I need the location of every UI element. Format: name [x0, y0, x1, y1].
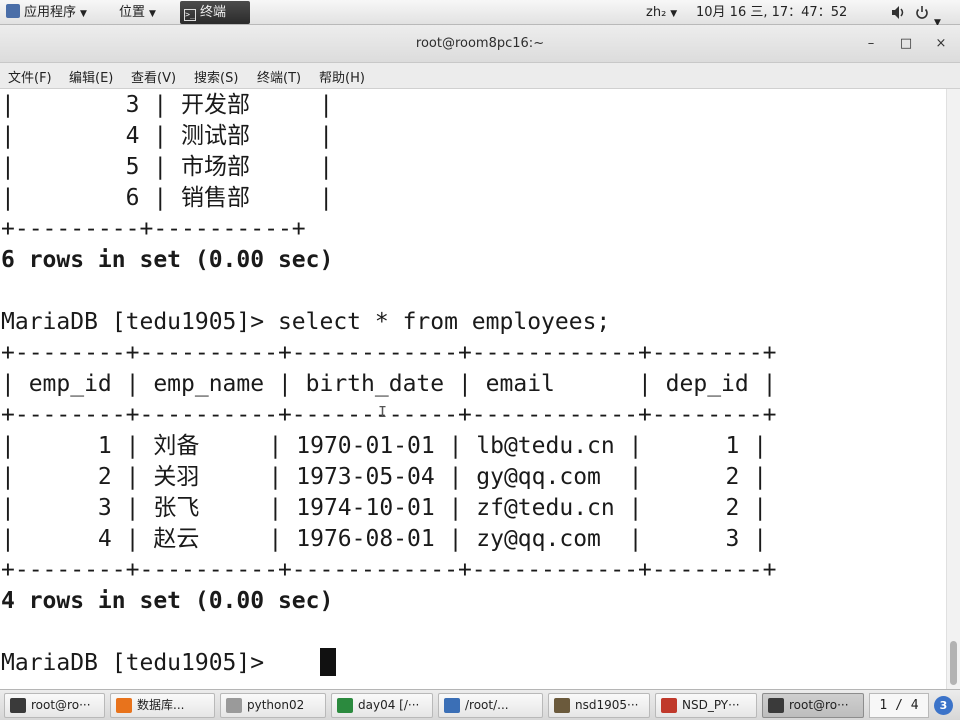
document-icon [226, 698, 242, 713]
firefox-icon [116, 698, 132, 713]
pycharm-icon [337, 698, 353, 713]
taskbar-label: python02 [247, 698, 305, 712]
terminal-line: | 3 | 开发部 | [1, 92, 334, 118]
taskbar-button-terminal[interactable]: root@ro··· [4, 693, 105, 718]
chevron-down-icon: ▼ [149, 9, 156, 19]
input-method-indicator[interactable]: zh₂ ▼ [646, 0, 677, 25]
terminal-line: +---------+----------+ [1, 216, 306, 242]
taskbar-button-document-viewer[interactable]: NSD_PY··· [655, 693, 757, 718]
menu-terminal[interactable]: 终端(T) [257, 67, 301, 86]
image-viewer-icon [554, 698, 570, 713]
taskbar-button-document[interactable]: python02 [220, 693, 326, 718]
terminal-line: | 6 | 销售部 | [1, 185, 334, 211]
active-app-terminal[interactable]: >_ 终端 [180, 1, 250, 24]
terminal-line: +--------+----------+------------+------… [1, 402, 777, 428]
terminal-line: 4 rows in set (0.00 sec) [1, 588, 334, 614]
chevron-down-icon: ▼ [80, 9, 87, 19]
power-icon[interactable]: ▼ [914, 0, 941, 28]
menu-edit[interactable]: 编辑(E) [69, 67, 113, 86]
menu-view[interactable]: 查看(V) [131, 67, 176, 86]
terminal-icon: >_ [184, 9, 196, 21]
taskbar-button-file-manager[interactable]: /root/... [438, 693, 543, 718]
terminal-line: | 1 | 刘备 | 1970-01-01 | lb@tedu.cn | 1 | [1, 433, 768, 459]
terminal-icon [768, 698, 784, 713]
mouse-ibeam-icon: I [378, 403, 388, 421]
terminal-line: | emp_id | emp_name | birth_date | email… [1, 371, 777, 397]
window-title: root@room8pc16:~ [415, 36, 545, 51]
maximize-button[interactable]: □ [896, 34, 916, 54]
taskbar-label: day04 [/··· [358, 698, 420, 712]
terminal-line: MariaDB [tedu1905]> select * from employ… [1, 309, 611, 335]
terminal-icon [10, 698, 26, 713]
applications-icon [6, 4, 20, 18]
terminal-line: | 4 | 赵云 | 1976-08-01 | zy@qq.com | 3 | [1, 526, 768, 552]
close-button[interactable]: × [931, 34, 951, 54]
terminal-line: 6 rows in set (0.00 sec) [1, 247, 334, 273]
document-viewer-icon [661, 698, 677, 713]
minimize-button[interactable]: – [861, 34, 881, 54]
active-app-label: 终端 [200, 5, 227, 20]
taskbar-button-image-viewer[interactable]: nsd1905··· [548, 693, 650, 718]
speaker-icon[interactable] [890, 0, 906, 25]
top-panel: 应用程序 ▼ 位置 ▼ >_ 终端 zh₂ ▼ 10月 16 三, 17：47：52 ▼ [0, 0, 960, 28]
applications-label: 应用程序 [24, 5, 77, 20]
places-label: 位置 [119, 5, 146, 20]
taskbar-label: root@ro··· [31, 698, 91, 712]
applications-menu[interactable]: 应用程序 ▼ [6, 0, 87, 25]
menu-help[interactable]: 帮助(H) [319, 67, 365, 86]
speaker-icon-svg [892, 6, 904, 19]
taskbar-label: NSD_PY··· [682, 698, 740, 712]
workspace-indicator[interactable]: 1 / 4 [869, 693, 929, 718]
terminal-line: | 2 | 关羽 | 1973-05-04 | gy@qq.com | 2 | [1, 464, 768, 490]
terminal-line: | 5 | 市场部 | [1, 154, 334, 180]
menu-bar: 文件(F) 编辑(E) 查看(V) 搜索(S) 终端(T) 帮助(H) [0, 63, 960, 89]
taskbar-label: /root/... [465, 698, 509, 712]
terminal-output[interactable]: | 3 | 开发部 | | 4 | 测试部 | | 5 | 市场部 | | 6 | 销… [0, 89, 946, 689]
terminal-line: | 4 | 测试部 | [1, 123, 334, 149]
text-cursor [320, 648, 336, 676]
taskbar-label: nsd1905··· [575, 698, 639, 712]
vertical-scrollbar[interactable] [946, 89, 960, 689]
taskbar-button-firefox[interactable]: 数据库... [110, 693, 215, 718]
terminal-line: +--------+----------+------------+------… [1, 340, 777, 366]
terminal-line: +--------+----------+------------+------… [1, 557, 777, 583]
clock[interactable]: 10月 16 三, 17：47：52 [696, 0, 847, 25]
taskbar-label: root@ro··· [789, 698, 849, 712]
file-manager-icon [444, 698, 460, 713]
taskbar-label: 数据库... [137, 698, 185, 712]
scrollbar-thumb[interactable] [950, 641, 957, 685]
places-menu[interactable]: 位置 ▼ [119, 0, 156, 25]
power-icon-svg [916, 6, 928, 19]
taskbar-button-pycharm[interactable]: day04 [/··· [331, 693, 433, 718]
menu-search[interactable]: 搜索(S) [194, 67, 238, 86]
workspace-badge[interactable]: 3 [934, 696, 953, 715]
clock-label: 10月 16 三, 17：47：52 [696, 5, 848, 20]
menu-file[interactable]: 文件(F) [8, 67, 52, 86]
terminal-line: | 3 | 张飞 | 1974-10-01 | zf@tedu.cn | 2 | [1, 495, 768, 521]
window-title-bar[interactable]: root@room8pc16:~ – □ × [0, 25, 960, 63]
input-method-label: zh₂ [646, 5, 667, 20]
chevron-down-icon: ▼ [670, 9, 678, 19]
taskbar-button-terminal-active[interactable]: root@ro··· [762, 693, 864, 718]
terminal-line: MariaDB [tedu1905]> [1, 650, 278, 676]
taskbar: root@ro··· 数据库... python02 day04 [/··· /… [0, 689, 960, 720]
